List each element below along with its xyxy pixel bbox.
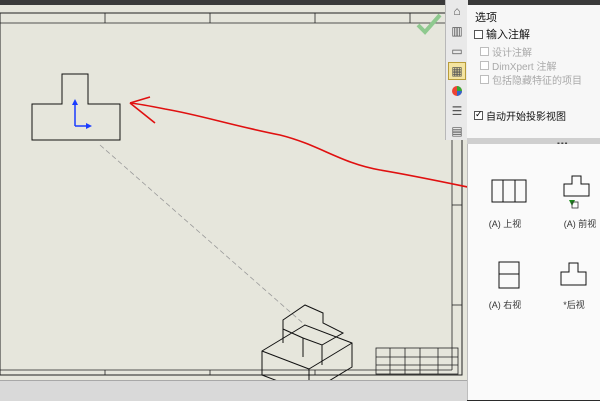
drag-arrow-stroke xyxy=(129,102,467,188)
dimxpert-annotation-row: DimXpert 注解 xyxy=(480,58,556,73)
top-view-label: (A) 上视 xyxy=(488,219,522,229)
appearance-icon[interactable] xyxy=(448,82,466,100)
dimxpert-annotation-label: DimXpert 注解 xyxy=(492,62,557,73)
drag-arrow-head xyxy=(129,96,156,124)
include-hidden-checkbox xyxy=(480,75,489,84)
front-view-label: (A) 前视 xyxy=(563,219,597,229)
isometric-part xyxy=(261,304,353,380)
dimxpert-annotation-checkbox xyxy=(480,61,489,70)
task-pane-tabs: ⌂ ▥ ▭ ▦ ☰ ▤ xyxy=(445,0,468,140)
folder-icon[interactable]: ▭ xyxy=(448,42,466,60)
auto-projection-row[interactable]: 自动开始投影视图 xyxy=(474,108,566,123)
sheet-graphics xyxy=(0,12,467,380)
confirm-check-icon xyxy=(416,13,442,35)
input-annotation-row[interactable]: 输入注解 xyxy=(474,26,530,42)
front-view-icon xyxy=(563,175,590,209)
input-annotation-checkbox[interactable] xyxy=(474,29,483,39)
sheet-border xyxy=(0,12,463,376)
sheet-tabs-strip xyxy=(0,380,467,401)
right-view-label: (A) 右视 xyxy=(488,300,522,310)
back-view-icon xyxy=(560,262,587,286)
auto-projection-label: 自动开始投影视图 xyxy=(486,112,566,123)
include-hidden-row: 包括隐藏特征的项目 xyxy=(480,72,582,87)
projection-line xyxy=(99,144,306,326)
design-annotation-checkbox xyxy=(480,47,489,56)
properties-icon[interactable]: ☰ xyxy=(448,102,466,120)
drawing-sheet[interactable] xyxy=(0,5,468,380)
include-hidden-label: 包括隐藏特征的项目 xyxy=(492,76,582,87)
top-view-icon xyxy=(491,179,527,203)
options-title: 选项 xyxy=(475,12,497,24)
design-annotation-row: 设计注解 xyxy=(480,44,532,59)
auto-projection-checkbox[interactable] xyxy=(474,109,483,120)
right-view-icon xyxy=(498,261,520,289)
forum-icon[interactable]: ▤ xyxy=(448,122,466,140)
design-annotation-label: 设计注解 xyxy=(492,48,532,59)
model-icon[interactable]: ▥ xyxy=(448,22,466,40)
home-icon[interactable]: ⌂ xyxy=(448,2,466,20)
back-view-label: *后视 xyxy=(563,300,585,310)
input-annotation-label: 输入注解 xyxy=(486,29,530,41)
view-palette-icon[interactable]: ▦ xyxy=(448,62,466,80)
front-view-outline xyxy=(31,73,121,141)
